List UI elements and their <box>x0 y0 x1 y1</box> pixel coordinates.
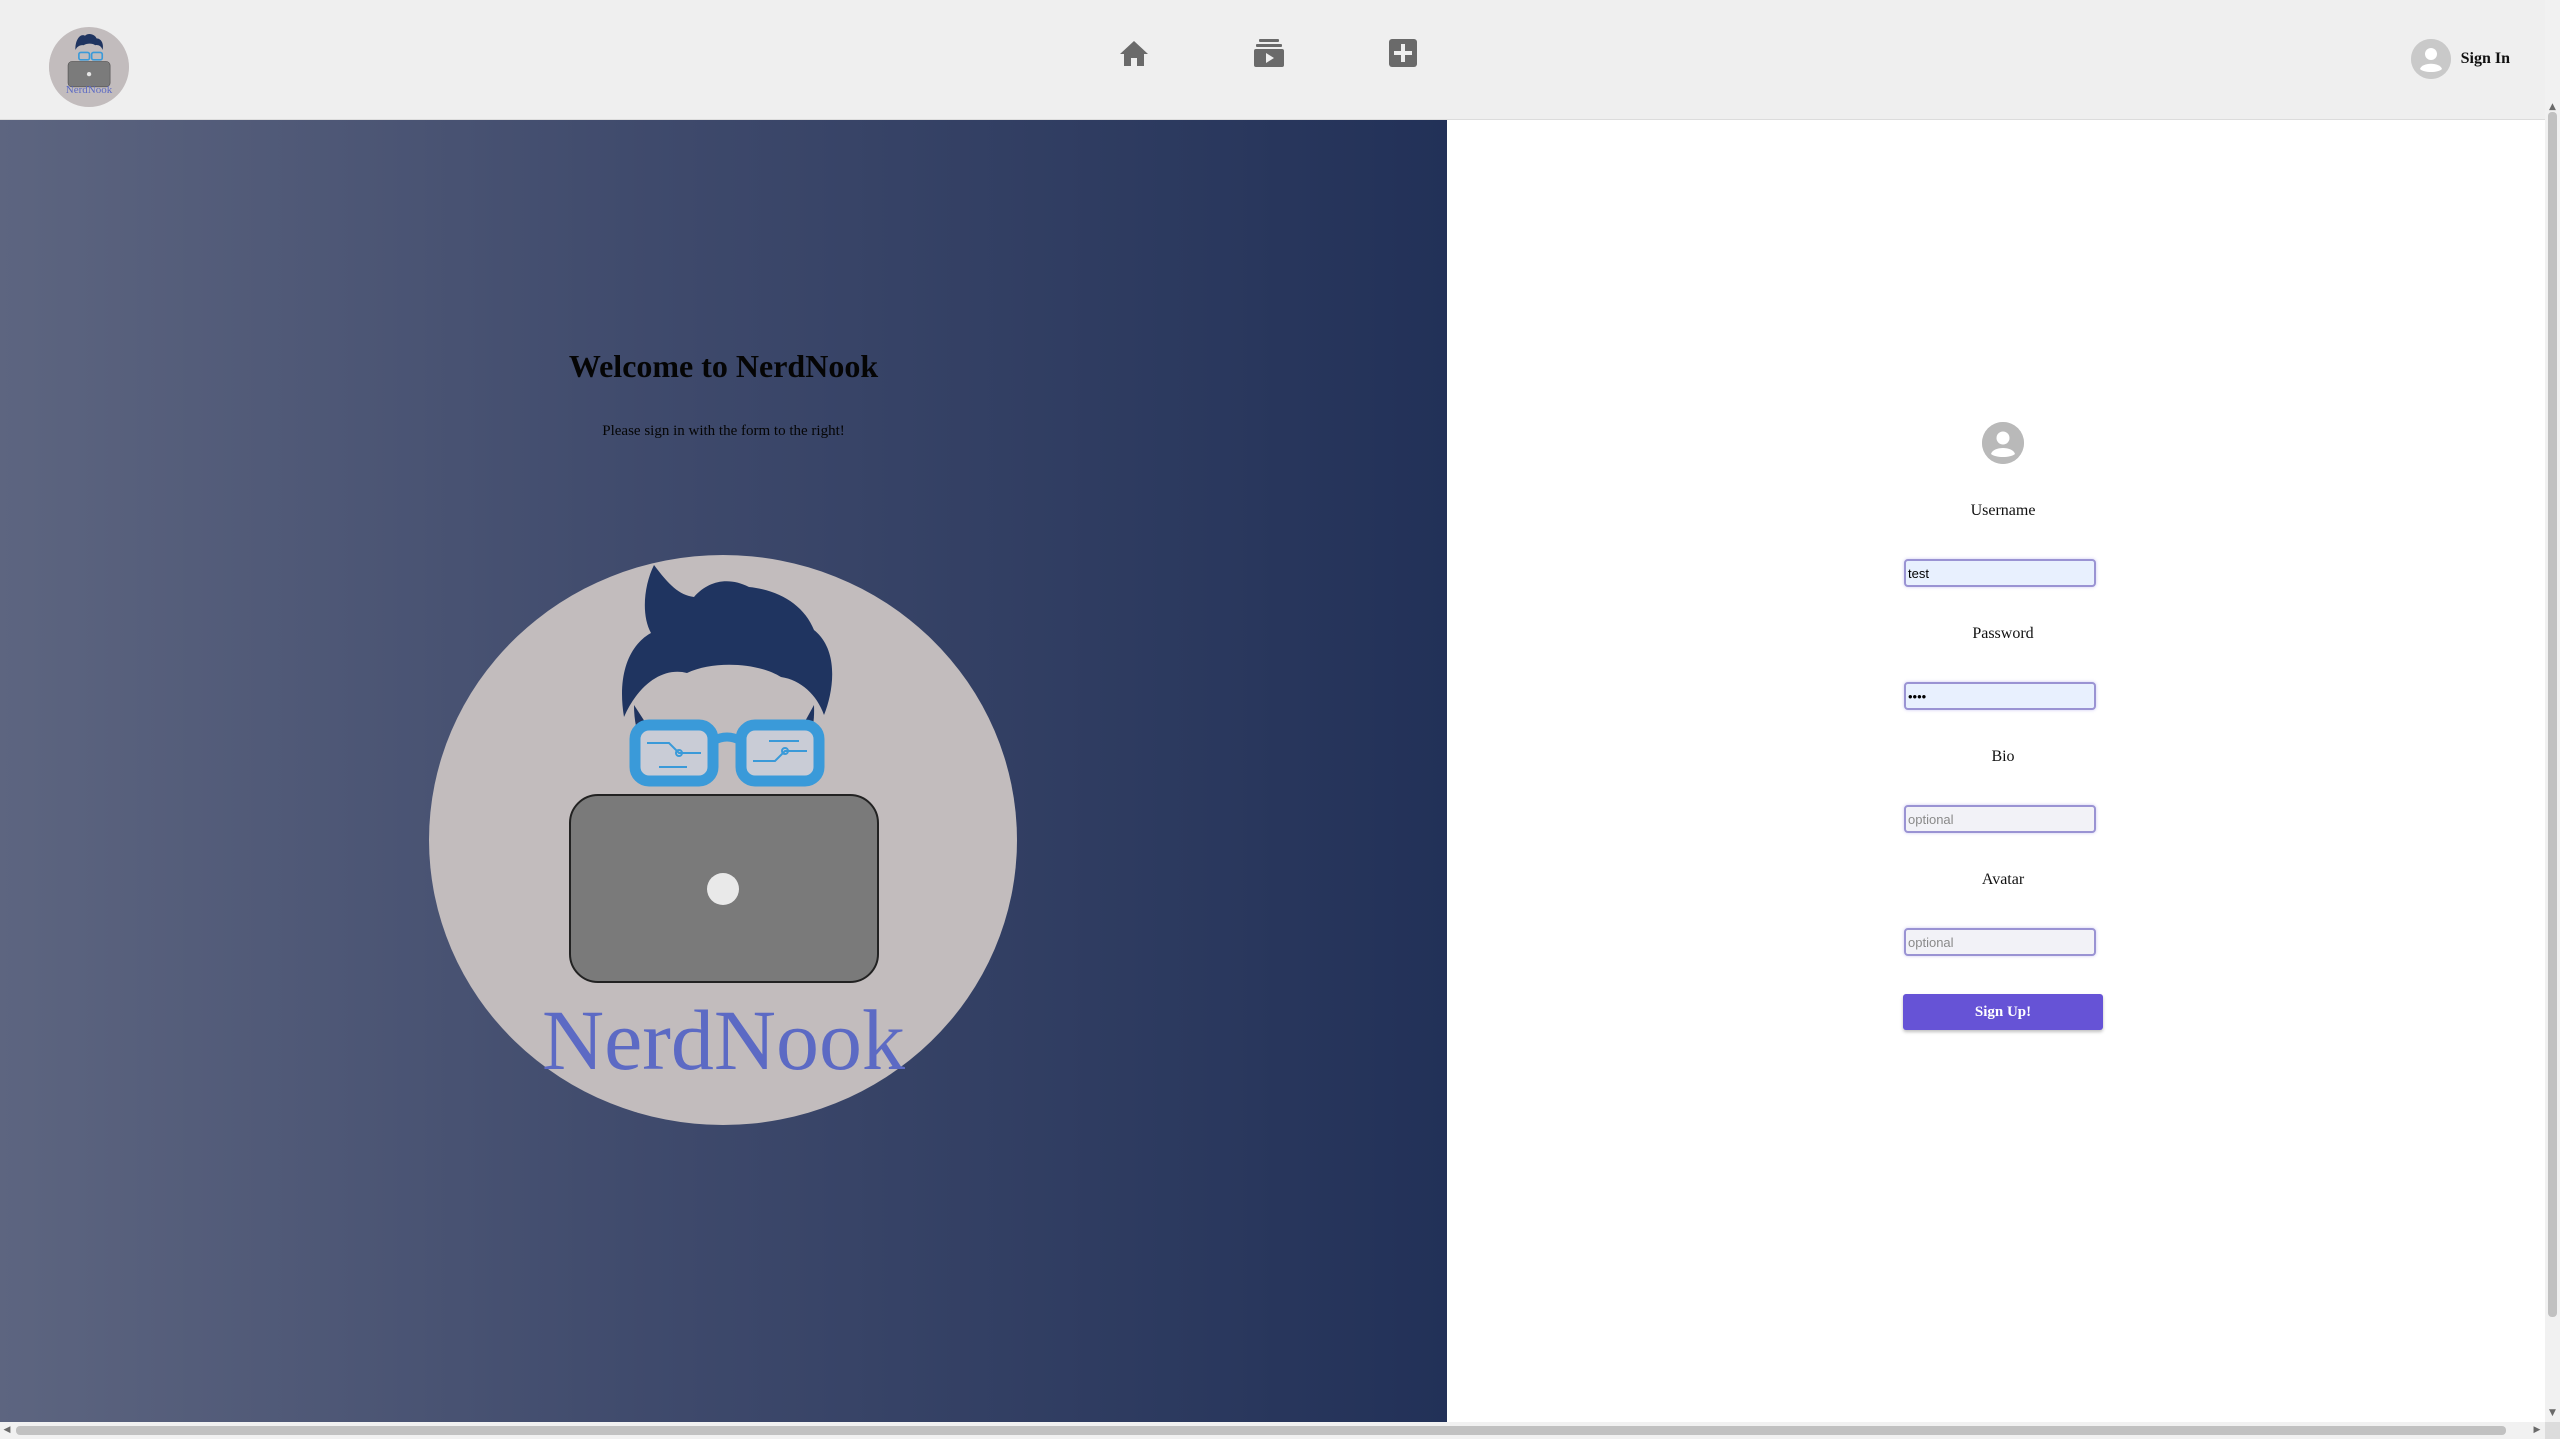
scroll-right-arrow-icon[interactable]: ▶ <box>2532 1425 2542 1435</box>
horizontal-scrollbar[interactable]: ◀ ▶ <box>0 1422 2560 1439</box>
sign-up-button[interactable]: Sign Up! <box>1903 994 2103 1030</box>
scrollbar-corner <box>2545 1422 2560 1439</box>
welcome-subtitle: Please sign in with the form to the righ… <box>602 423 845 439</box>
user-avatar-icon <box>2410 39 2451 79</box>
logo-large-text: NerdNook <box>541 992 906 1088</box>
nerdnook-logo[interactable]: NerdNook <box>49 27 129 107</box>
signup-form-panel: Username Password Bio Avatar Sign Up! <box>1447 120 2545 1422</box>
video-feed-icon[interactable] <box>1252 36 1286 70</box>
scroll-left-arrow-icon[interactable]: ◀ <box>2 1425 12 1435</box>
scroll-up-arrow-icon[interactable]: ▲ <box>2548 102 2557 112</box>
welcome-panel: Welcome to NerdNook Please sign in with … <box>0 120 1447 1422</box>
scroll-down-arrow-icon[interactable]: ▼ <box>2548 1408 2557 1418</box>
home-icon[interactable] <box>1117 36 1151 70</box>
vertical-scrollbar-thumb[interactable] <box>2548 112 2557 1317</box>
vertical-scrollbar[interactable]: ▲ ▼ <box>2545 0 2560 1422</box>
bio-field[interactable] <box>1904 805 2096 833</box>
password-label: Password <box>1972 625 2034 642</box>
avatar-label: Avatar <box>1981 871 2025 888</box>
avatar-field[interactable] <box>1904 928 2096 956</box>
page-title: Welcome to NerdNook <box>568 348 879 384</box>
logo-small-text: NerdNook <box>65 84 113 96</box>
username-label: Username <box>1970 502 2036 519</box>
bio-label: Bio <box>1991 748 2015 765</box>
password-field[interactable] <box>1904 682 2096 710</box>
sign-in-button[interactable]: Sign In <box>2410 39 2510 79</box>
nerdnook-logo-large: NerdNook <box>429 555 1018 1126</box>
user-avatar-icon <box>1982 422 2024 464</box>
sign-in-label: Sign In <box>2460 50 2510 67</box>
horizontal-scrollbar-thumb[interactable] <box>16 1426 2506 1435</box>
username-field[interactable] <box>1904 559 2096 587</box>
add-post-icon[interactable] <box>1386 36 1420 70</box>
top-navbar: NerdNook Sign In <box>0 0 2545 120</box>
